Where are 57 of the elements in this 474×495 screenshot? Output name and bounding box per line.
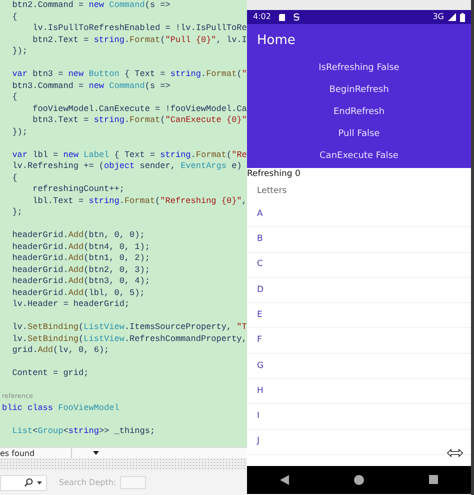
list-item[interactable]: E [247,303,471,328]
code-line: lbl.Text = string.Format("Refreshing {0}", [32,196,247,207]
battery-icon [460,12,465,22]
list-item[interactable]: I [247,404,471,430]
sd-card-icon [278,14,285,20]
recents-icon[interactable] [429,475,438,484]
code-line: { [11,12,18,23]
back-icon[interactable] [280,474,289,485]
list-item[interactable]: C [247,252,471,278]
search-depth-label: Search Depth: [59,476,116,488]
list-item[interactable]: A [247,202,471,228]
code-line: headerGrid.Add(btn2, 0, 3); [11,264,151,276]
status-s-icon [292,13,300,21]
dropdown-caret-icon[interactable] [93,451,99,455]
code-line: grid.Add(lv, 0, 6); [11,345,110,356]
list-item[interactable]: B [247,227,471,253]
signal-icon [448,13,456,21]
app-title: Home [257,32,296,50]
list-item[interactable]: H [247,379,471,404]
search-icon [24,478,33,487]
code-line: refreshingCount++; [32,184,126,196]
dropdown-caret-icon[interactable] [37,480,42,484]
resize-cursor-icon [447,448,463,457]
code-line: btn2.Text = string.Format("Pull {0}", lv.I [32,34,247,46]
code-line: btn3.Text = string.Format("CanExecute {0}" [32,115,247,126]
home-icon[interactable] [354,474,364,485]
code-line: btn2.Command = new Command(s => [11,0,172,12]
group-header: Letters [257,184,287,198]
code-line: lv.Header = headerGrid; [11,299,131,310]
code-line: var btn3 = new Button { Text = string.Format(" [11,69,247,80]
code-line: headerGrid.Add(btn4, 0, 1); [11,242,151,253]
code-line: headerGrid.Add(btn1, 0, 2); [11,253,151,264]
code-line: lv.Refreshing += (object sender, EventArgs e) [11,161,243,172]
code-line: var lbl = new Label { Text = string.Format("Re [11,150,247,161]
code-line: fooViewModel.CanExecute = !fooViewModel.Ca [32,104,247,115]
refreshing-label: Refreshing 0 [247,168,302,180]
code-line: headerGrid.Add(btn, 0, 0); [11,230,146,242]
code-line: { [11,172,18,184]
list-item[interactable]: D [247,278,471,304]
code-line: lv.SetBinding(ListView.RefreshCommandProperty, [11,334,247,345]
code-line: headerGrid.Add(lbl, 0, 5); [11,288,146,299]
list-item[interactable]: G [247,354,471,380]
network-type: 3G [432,11,444,23]
code-line: }); [11,46,29,58]
search-field[interactable] [0,474,47,490]
status-time: 4:02 [253,11,271,23]
code-line: lv.IsPullToRefreshEnabled = !lv.IsPullToRe [32,23,247,34]
code-line: headerGrid.Add(btn3, 0, 4); [11,276,151,288]
code-line: lv.SetBinding(ListView.ItemsSourceProperty, "T [11,322,247,334]
code-line: }); [11,126,29,138]
code-line: List<Group<string>> _things; [11,426,156,437]
code-line: }; [11,207,24,218]
code-line: blic class FooViewModel [2,402,120,414]
code-line: btn3.Command = new Command(s => [11,80,172,92]
code-line: Content = grid; [11,368,90,380]
list-item[interactable]: F [247,328,471,354]
code-line: { [11,92,18,104]
